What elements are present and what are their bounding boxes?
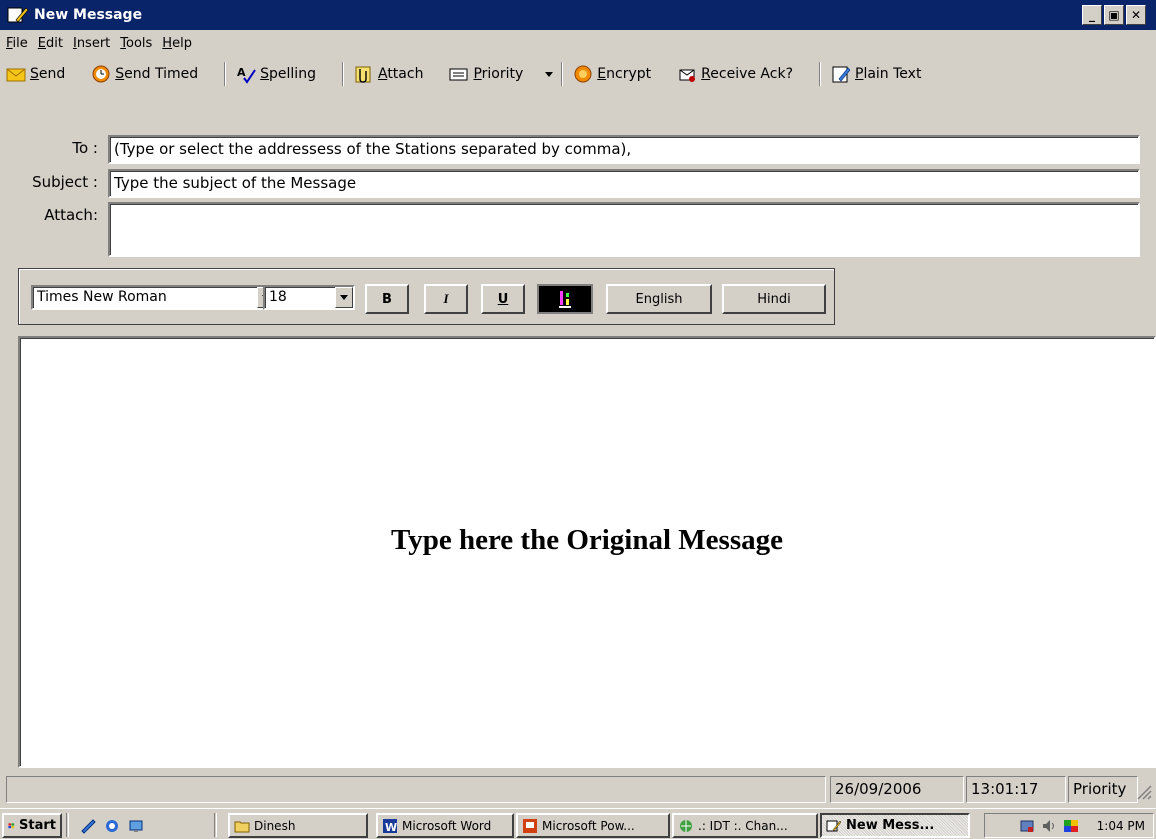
send-button[interactable]: Send	[6, 64, 65, 84]
menu-bar: File Edit Insert Tools Help	[0, 30, 1156, 57]
font-size-select[interactable]: 18	[263, 285, 355, 310]
volume-icon[interactable]	[1041, 818, 1057, 834]
svg-text:W: W	[385, 821, 397, 834]
system-tray: 1:04 PM	[984, 813, 1154, 838]
font-name-value: Times New Roman	[37, 289, 167, 305]
new-message-icon	[826, 820, 842, 831]
font-name-select[interactable]: Times New Roman	[31, 285, 277, 310]
envelope-icon	[6, 68, 26, 82]
taskbar-separator	[66, 813, 69, 837]
underline-button[interactable]: U	[481, 284, 525, 314]
task-label: .: IDT :. Chan...	[698, 818, 788, 833]
folder-icon	[234, 821, 250, 832]
toolbar-separator	[224, 62, 227, 86]
hindi-button[interactable]: Hindi	[722, 284, 826, 314]
task-label: Dinesh	[254, 818, 296, 833]
status-message	[6, 776, 826, 803]
italic-button[interactable]: I	[424, 284, 468, 314]
attach-label: Attach:	[44, 206, 98, 224]
pencil-icon	[832, 66, 851, 83]
message-editor[interactable]: Type here the Original Message	[18, 336, 1156, 768]
taskbar-separator	[214, 813, 217, 837]
toolbar-separator	[819, 62, 821, 86]
word-icon: W	[383, 818, 397, 834]
priority-button[interactable]: Priority	[449, 64, 561, 84]
task-new-message[interactable]: New Mess...	[820, 813, 970, 838]
task-label: New Mess...	[846, 818, 935, 833]
language-indicator-icon[interactable]	[1063, 818, 1079, 834]
title-bar[interactable]: New Message _ ▣ ✕	[0, 0, 1156, 30]
task-idt-browser[interactable]: .: IDT :. Chan...	[672, 813, 818, 838]
close-button[interactable]: ✕	[1126, 5, 1146, 25]
browser-icon	[680, 819, 692, 832]
english-button[interactable]: English	[606, 284, 712, 314]
resize-grip-icon[interactable]	[1136, 784, 1152, 800]
subject-field[interactable]: Type the subject of the Message	[108, 169, 1140, 198]
minimize-button[interactable]: _	[1082, 5, 1102, 25]
menu-help[interactable]: Help	[162, 36, 192, 51]
menu-edit[interactable]: Edit	[38, 36, 63, 51]
internet-explorer-icon[interactable]	[104, 818, 120, 834]
priority-icon	[449, 68, 468, 81]
receipt-icon	[679, 69, 696, 82]
menu-tools[interactable]: Tools	[120, 36, 152, 51]
window-title: New Message	[34, 7, 143, 23]
task-label: Microsoft Word	[402, 818, 492, 833]
taskbar: Start Dinesh W Microsoft Word Microsoft …	[0, 808, 1156, 839]
status-priority: Priority	[1068, 776, 1138, 803]
font-size-dropdown-arrow[interactable]	[335, 287, 353, 308]
message-body: Type here the Original Message	[391, 524, 783, 556]
start-label: Start	[19, 818, 56, 833]
main-toolbar: Send Send Timed A Spelling Attach Priori…	[0, 57, 1156, 91]
lock-icon	[574, 65, 592, 83]
desktop-icon[interactable]	[128, 818, 144, 834]
status-time: 13:01:17	[966, 776, 1066, 803]
maximize-button[interactable]: ▣	[1104, 5, 1124, 25]
spelling-button[interactable]: A Spelling	[236, 64, 316, 84]
send-timed-button[interactable]: Send Timed	[91, 64, 198, 84]
receive-ack-button[interactable]: Receive Ack?	[677, 64, 793, 84]
status-bar: 26/09/2006 13:01:17 Priority	[0, 774, 1156, 804]
task-dinesh[interactable]: Dinesh	[228, 813, 368, 838]
status-date: 26/09/2006	[830, 776, 964, 803]
svg-text:A: A	[237, 66, 246, 79]
encrypt-button[interactable]: Encrypt	[573, 64, 651, 84]
font-size-value: 18	[269, 289, 287, 305]
task-microsoft-word[interactable]: W Microsoft Word	[376, 813, 514, 838]
to-label: To :	[72, 139, 98, 157]
toolbar-separator	[341, 62, 344, 86]
clock-icon	[92, 65, 110, 83]
format-toolbar: Times New Roman 18 B I U English Hindi	[18, 268, 835, 325]
windows-logo-icon	[8, 822, 15, 828]
text-color-icon	[559, 291, 571, 308]
task-microsoft-powerpoint[interactable]: Microsoft Pow...	[516, 813, 670, 838]
attach-field[interactable]	[108, 202, 1140, 257]
paperclip-icon	[355, 66, 371, 83]
priority-dropdown-arrow[interactable]	[545, 71, 554, 77]
taskbar-clock: 1:04 PM	[1096, 818, 1145, 833]
text-color-button[interactable]	[537, 284, 593, 314]
task-label: Microsoft Pow...	[542, 818, 635, 833]
outlook-express-icon[interactable]	[80, 818, 96, 834]
start-button[interactable]: Start	[2, 813, 62, 838]
powerpoint-icon	[523, 818, 537, 833]
network-icon[interactable]	[1019, 818, 1035, 834]
new-message-icon	[7, 7, 28, 23]
attach-button[interactable]: Attach	[354, 64, 423, 84]
bold-button[interactable]: B	[365, 284, 409, 314]
menu-insert[interactable]: Insert	[73, 36, 110, 51]
subject-label: Subject :	[32, 173, 98, 191]
plain-text-button[interactable]: Plain Text	[831, 64, 921, 84]
to-field[interactable]: (Type or select the addressess of the St…	[108, 135, 1140, 164]
menu-file[interactable]: File	[6, 36, 28, 51]
spellcheck-icon: A	[237, 66, 256, 84]
toolbar-separator	[561, 62, 564, 86]
